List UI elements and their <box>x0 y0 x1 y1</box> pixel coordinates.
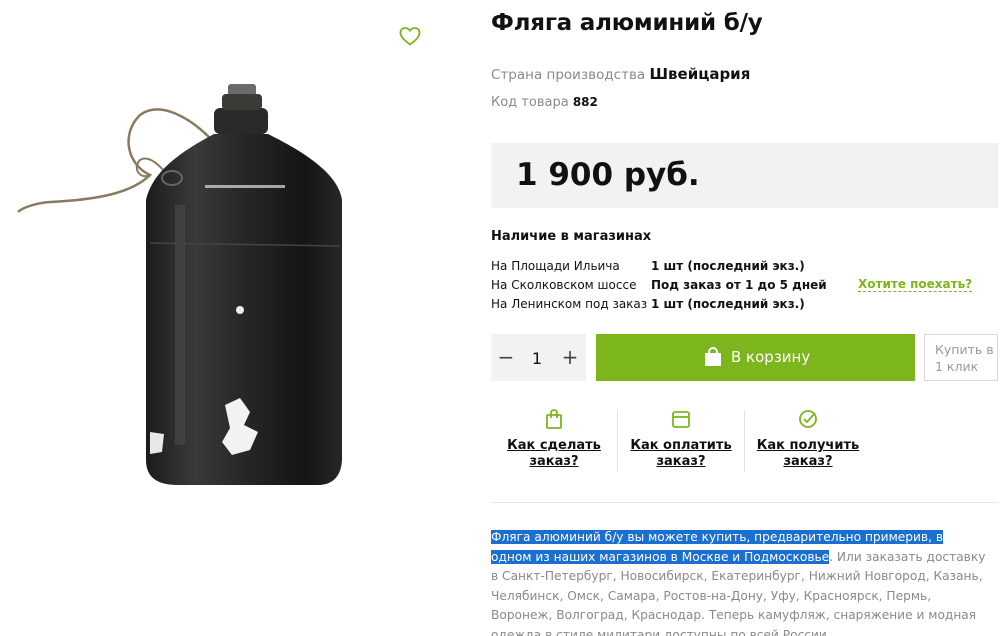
store-stock: 1 шт (последний экз.) <box>651 297 805 311</box>
store-name: На Ленинском под заказ <box>491 297 648 311</box>
store-stock: Под заказ от 1 до 5 дней <box>651 278 827 292</box>
product-image-area <box>0 0 440 636</box>
store-name: На Сколковском шоссе <box>491 278 637 292</box>
product-code-label: Код товара <box>491 95 569 110</box>
store-name: На Площади Ильича <box>491 259 620 273</box>
availability-title: Наличие в магазинах <box>491 229 652 244</box>
country-row: Страна производства Швейцария <box>491 65 750 83</box>
country-label: Страна производства <box>491 67 646 83</box>
product-description: Фляга алюминий б/у вы можете купить, пре… <box>491 528 986 636</box>
decrease-quantity-button[interactable]: − <box>496 345 516 369</box>
product-code-row: Код товара 882 <box>491 95 598 110</box>
faq-how-to-pay[interactable]: Как оплатить заказ? <box>618 408 744 476</box>
shopping-bag-icon <box>705 347 721 366</box>
increase-quantity-button[interactable]: + <box>560 345 580 369</box>
product-info: Фляга алюминий б/у Страна производства Ш… <box>491 0 1002 636</box>
country-value: Швейцария <box>649 65 751 83</box>
add-to-cart-button[interactable]: В корзину <box>596 334 915 381</box>
buy-one-click-button[interactable]: Купить в 1 клик <box>924 334 998 381</box>
faq-how-to-receive[interactable]: Как получить заказ? <box>745 408 871 476</box>
store-row: На Площади Ильича 1 шт (последний экз.) <box>491 259 961 277</box>
price-box: 1 900 руб. <box>491 143 998 208</box>
quantity-stepper: − + <box>491 334 586 381</box>
product-title: Фляга алюминий б/у <box>491 10 763 36</box>
store-row: На Ленинском под заказ 1 шт (последний э… <box>491 297 961 315</box>
store-stock: 1 шт (последний экз.) <box>651 259 805 273</box>
check-circle-icon <box>799 410 817 428</box>
want-to-visit-link[interactable]: Хотите поехать? <box>858 277 973 292</box>
add-to-cart-label: В корзину <box>731 348 811 366</box>
heart-icon[interactable] <box>398 24 422 48</box>
faq-label: Как получить заказ? <box>756 438 860 469</box>
faq-label: Как сделать заказ? <box>507 438 601 469</box>
divider <box>491 502 998 503</box>
shopping-bag-icon <box>546 409 562 429</box>
product-photo-canteen <box>17 84 342 485</box>
price: 1 900 руб. <box>516 157 700 193</box>
product-code-value: 882 <box>572 95 598 109</box>
faq-how-to-order[interactable]: Как сделать заказ? <box>491 408 617 476</box>
wallet-icon <box>672 411 690 428</box>
quantity-input[interactable] <box>526 347 548 369</box>
faq-label: Как оплатить заказ? <box>630 438 732 469</box>
